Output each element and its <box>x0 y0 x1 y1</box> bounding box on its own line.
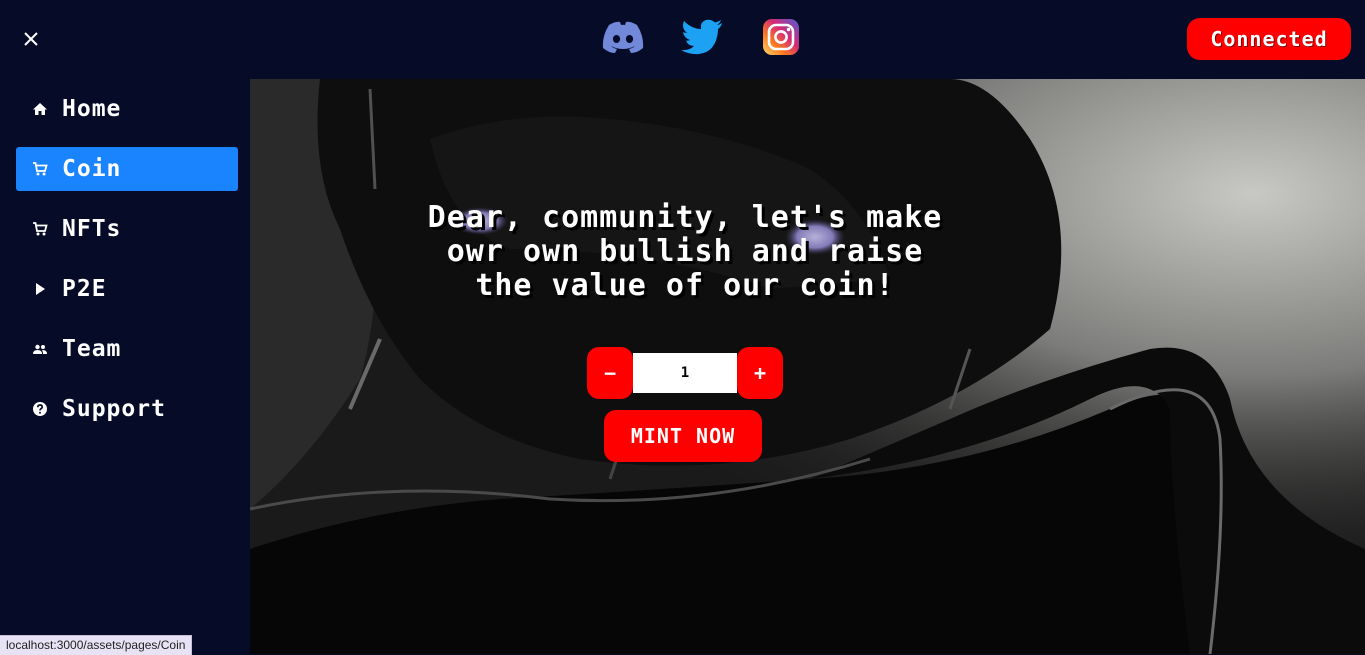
hero-background-art <box>250 79 1365 654</box>
sidebar-item-nfts[interactable]: NFTs <box>16 207 238 251</box>
sidebar-item-label: Support <box>62 396 166 422</box>
increment-button[interactable]: + <box>737 347 783 399</box>
cart-icon <box>32 161 48 177</box>
discord-icon[interactable] <box>600 16 646 58</box>
sidebar-item-label: NFTs <box>62 216 122 242</box>
play-icon <box>32 281 48 297</box>
sidebar-item-home[interactable]: Home <box>16 87 238 131</box>
social-links <box>600 16 837 58</box>
sidebar-item-label: P2E <box>62 276 107 302</box>
help-icon <box>32 401 48 417</box>
connect-wallet-button[interactable]: Connected <box>1187 18 1351 60</box>
hero-headline: Dear, community, let's make owr own bull… <box>427 200 943 303</box>
twitter-icon[interactable] <box>679 16 725 58</box>
decrement-button[interactable]: − <box>587 347 633 399</box>
sidebar-item-label: Home <box>62 96 122 122</box>
top-bar: Connected <box>0 0 1365 79</box>
sidebar-item-support[interactable]: Support <box>16 387 238 431</box>
instagram-icon[interactable] <box>758 16 804 58</box>
home-icon <box>32 101 48 117</box>
sidebar-item-coin[interactable]: Coin <box>16 147 238 191</box>
hero-section: Dear, community, let's make owr own bull… <box>250 79 1365 654</box>
status-bar-url: localhost:3000/assets/pages/Coin <box>0 635 193 655</box>
sidebar: Home Coin NFTs P2E Team Support <box>0 79 250 654</box>
close-icon[interactable] <box>20 28 42 50</box>
sidebar-item-team[interactable]: Team <box>16 327 238 371</box>
sidebar-item-p2e[interactable]: P2E <box>16 267 238 311</box>
mint-now-button[interactable]: MINT NOW <box>604 410 762 462</box>
cart-icon <box>32 221 48 237</box>
sidebar-item-label: Team <box>62 336 122 362</box>
quantity-input[interactable] <box>633 353 737 393</box>
sidebar-item-label: Coin <box>62 156 122 182</box>
quantity-stepper: − + <box>587 347 783 399</box>
people-icon <box>32 341 48 357</box>
